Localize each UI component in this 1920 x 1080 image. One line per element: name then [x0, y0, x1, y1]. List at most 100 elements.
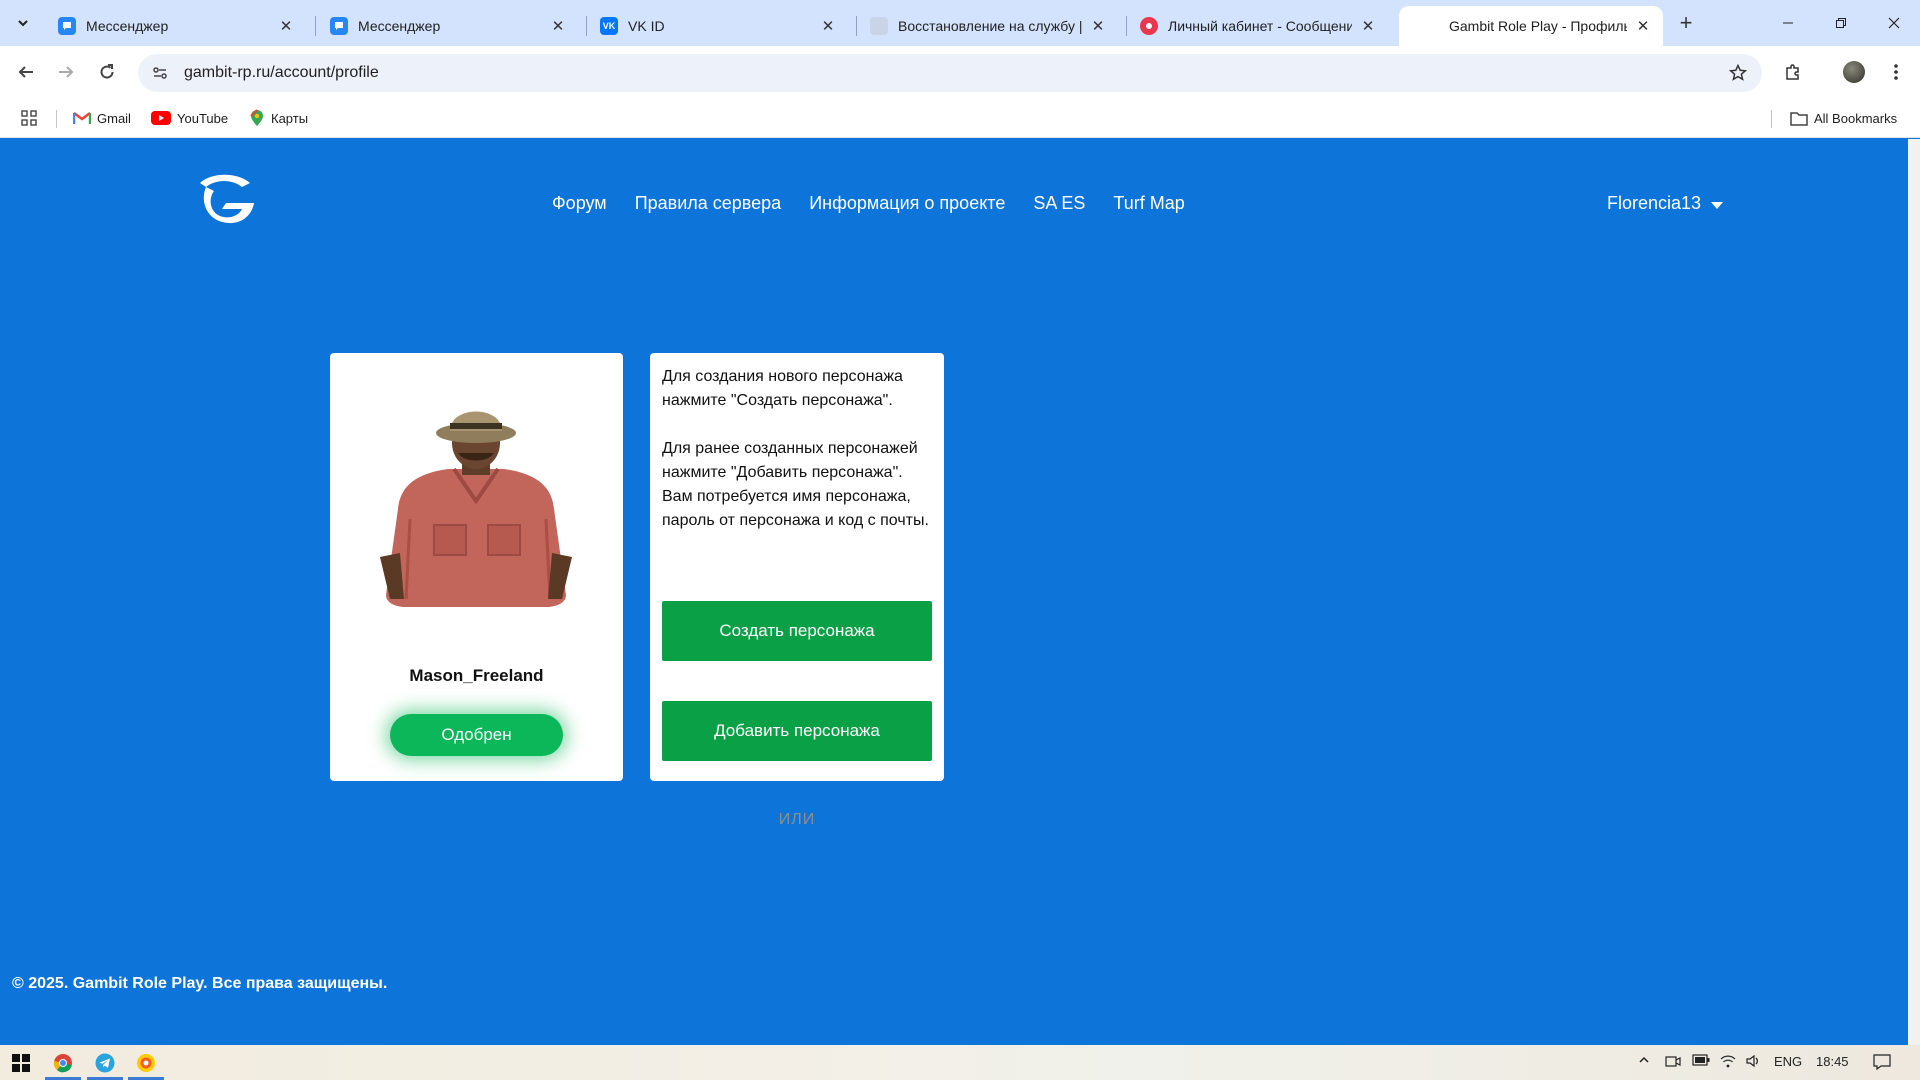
status-approved-button[interactable]: Одобрен: [390, 714, 563, 756]
tray-overflow-icon[interactable]: [1638, 1054, 1650, 1069]
notifications-icon[interactable]: [1873, 1054, 1891, 1073]
character-name: Mason_Freeland: [409, 666, 544, 685]
bookmark-label: Gmail: [97, 110, 131, 126]
reload-icon: [100, 64, 114, 79]
bookmark-divider: [1771, 110, 1772, 128]
folder-icon: [1790, 112, 1808, 126]
character-skin-image: [380, 411, 572, 607]
forward-button[interactable]: [52, 58, 80, 86]
site-logo[interactable]: [192, 167, 258, 231]
chevron-down-icon: [18, 20, 28, 27]
taskbar-chrome[interactable]: [50, 1050, 76, 1076]
wifi-icon[interactable]: [1720, 1054, 1736, 1071]
chrome-icon: [53, 1054, 72, 1073]
nav-turf-map[interactable]: Turf Map: [1113, 193, 1184, 214]
tab-title: Восстановление на службу | S: [898, 18, 1082, 34]
close-icon[interactable]: ✕: [1090, 18, 1106, 35]
tab-title: Личный кабинет - Сообщени: [1168, 18, 1352, 34]
close-window-button[interactable]: [1871, 10, 1917, 36]
instructions-text: Для создания нового персонажа нажмите "С…: [662, 365, 936, 533]
minimize-icon: [1783, 22, 1793, 24]
site-icon: [870, 17, 888, 35]
back-button[interactable]: [12, 58, 40, 86]
character-actions-card: Для создания нового персонажа нажмите "С…: [650, 353, 944, 828]
minimize-button[interactable]: [1765, 10, 1811, 36]
or-separator: ИЛИ: [778, 811, 816, 828]
close-icon[interactable]: ✕: [550, 18, 566, 35]
user-menu[interactable]: Florencia13: [1607, 193, 1724, 214]
battery-icon[interactable]: [1692, 1054, 1710, 1069]
all-bookmarks-label: All Bookmarks: [1814, 110, 1898, 126]
apps-button[interactable]: [21, 108, 37, 128]
footer-copyright: © 2025. Gambit Role Play. Все права защи…: [12, 975, 388, 992]
taskbar-telegram[interactable]: [92, 1050, 118, 1076]
new-tab-button[interactable]: +: [1674, 10, 1698, 35]
tab-messenger-2[interactable]: Мессенджер ✕: [316, 6, 578, 46]
messenger-icon: [58, 17, 76, 35]
start-button[interactable]: [8, 1050, 34, 1076]
close-icon[interactable]: ✕: [1360, 18, 1376, 35]
tab-title: Gambit Role Play - Профиль U: [1449, 18, 1627, 34]
site-settings-icon[interactable]: [148, 61, 172, 85]
page-scrollbar[interactable]: [1908, 139, 1920, 1045]
profile-avatar[interactable]: [1840, 58, 1868, 86]
gmail-icon: [73, 112, 91, 124]
tab-title: Мессенджер: [358, 18, 441, 34]
add-character-button[interactable]: Добавить персонажа: [662, 701, 932, 761]
nav-forum[interactable]: Форум: [552, 193, 607, 214]
bookmark-maps[interactable]: Карты: [249, 108, 308, 128]
close-icon[interactable]: ✕: [1635, 18, 1651, 35]
bookmark-youtube[interactable]: YouTube: [151, 108, 228, 128]
language-indicator[interactable]: ENG: [1774, 1054, 1802, 1069]
taskbar-yandex[interactable]: [133, 1050, 159, 1076]
vk-icon: VK: [600, 17, 618, 35]
nav-server-rules[interactable]: Правила сервера: [635, 193, 782, 214]
tab-vk-id[interactable]: VK VK ID ✕: [586, 6, 848, 46]
caret-down-icon: [1711, 202, 1724, 209]
arrow-left-icon: [18, 66, 33, 78]
messenger-icon: [330, 17, 348, 35]
tab-gambit-profile[interactable]: Gambit Role Play - Профиль U ✕: [1399, 6, 1663, 46]
close-icon: [1888, 17, 1900, 29]
create-character-button[interactable]: Создать персонажа: [662, 601, 932, 661]
bookmark-label: Карты: [271, 110, 309, 126]
tab-search-button[interactable]: [10, 10, 36, 36]
bookmark-divider: [56, 110, 57, 128]
tab-messenger-1[interactable]: Мессенджер ✕: [44, 6, 306, 46]
volume-icon[interactable]: [1745, 1054, 1761, 1071]
close-icon[interactable]: ✕: [820, 18, 836, 35]
nav-project-info[interactable]: Информация о проекте: [809, 193, 1005, 214]
restore-icon: [1836, 18, 1846, 28]
main-nav: Форум Правила сервера Информация о проек…: [552, 193, 1185, 214]
extensions-button[interactable]: [1779, 58, 1807, 86]
tab-strip: Мессенджер ✕ Мессенджер ✕ VK VK ID ✕ Вос…: [0, 0, 1920, 46]
page-content: Форум Правила сервера Информация о проек…: [0, 139, 1920, 1045]
apps-grid-icon: [21, 110, 37, 126]
telegram-icon: [95, 1053, 115, 1073]
all-bookmarks-button[interactable]: All Bookmarks: [1790, 108, 1897, 128]
url-text[interactable]: gambit-rp.ru/account/profile: [184, 64, 379, 82]
character-card: Mason_Freeland Одобрен: [330, 353, 623, 781]
tab-title: Мессенджер: [86, 18, 169, 34]
clock[interactable]: 18:45: [1816, 1054, 1849, 1069]
meet-now-icon[interactable]: [1665, 1054, 1681, 1071]
address-bar[interactable]: gambit-rp.ru/account/profile: [138, 54, 1762, 92]
youtube-icon: [151, 111, 171, 125]
bookmark-label: YouTube: [177, 110, 229, 126]
restore-button[interactable]: [1818, 10, 1864, 36]
puzzle-icon: [1786, 64, 1799, 80]
tab-title: VK ID: [628, 18, 665, 34]
username: Florencia13: [1607, 193, 1702, 213]
browser-menu-button[interactable]: [1882, 58, 1910, 86]
browser-toolbar: gambit-rp.ru/account/profile: [0, 46, 1920, 98]
tab-personal-account[interactable]: Личный кабинет - Сообщени ✕: [1126, 6, 1388, 46]
reload-button[interactable]: [93, 58, 121, 86]
bookmark-gmail[interactable]: Gmail: [73, 108, 131, 128]
close-icon[interactable]: ✕: [278, 18, 294, 35]
instructions-paragraph-create: Для создания нового персонажа нажмите "С…: [662, 368, 903, 409]
nav-sa-es[interactable]: SA ES: [1033, 193, 1085, 214]
tab-restore-service[interactable]: Восстановление на службу | S ✕: [856, 6, 1118, 46]
bookmark-star-icon[interactable]: [1726, 61, 1750, 85]
windows-logo-icon: [12, 1054, 30, 1072]
avatar-icon: [1843, 61, 1865, 83]
